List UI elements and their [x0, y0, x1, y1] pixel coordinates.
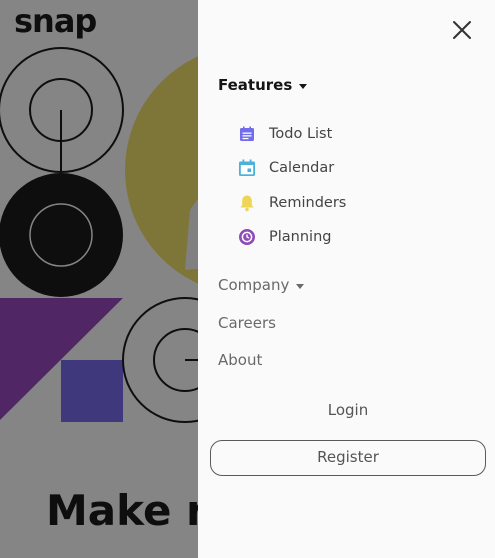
about-link[interactable]: About [218, 351, 262, 369]
menu-item-label: Reminders [269, 195, 347, 211]
close-icon[interactable] [452, 20, 472, 40]
careers-link[interactable]: Careers [218, 314, 276, 332]
company-label: Company [218, 276, 290, 294]
menu-item-label: Planning [269, 229, 332, 245]
features-menu-toggle[interactable]: Features [218, 76, 308, 94]
menu-item-planning[interactable]: Planning [237, 227, 331, 247]
login-link[interactable]: Login [210, 401, 486, 419]
company-menu-toggle[interactable]: Company [218, 276, 305, 294]
register-button[interactable]: Register [210, 440, 486, 476]
bell-icon [237, 193, 257, 213]
menu-item-reminders[interactable]: Reminders [237, 193, 346, 213]
caret-down-icon [299, 83, 308, 89]
menu-item-todo-list[interactable]: Todo List [237, 124, 332, 144]
caret-down-icon [296, 283, 305, 289]
menu-item-label: Calendar [269, 160, 335, 176]
calendar-icon [237, 158, 257, 178]
todo-list-icon [237, 124, 257, 144]
planning-icon [237, 227, 257, 247]
menu-item-calendar[interactable]: Calendar [237, 158, 334, 178]
features-label: Features [218, 76, 293, 94]
menu-item-label: Todo List [269, 126, 333, 142]
